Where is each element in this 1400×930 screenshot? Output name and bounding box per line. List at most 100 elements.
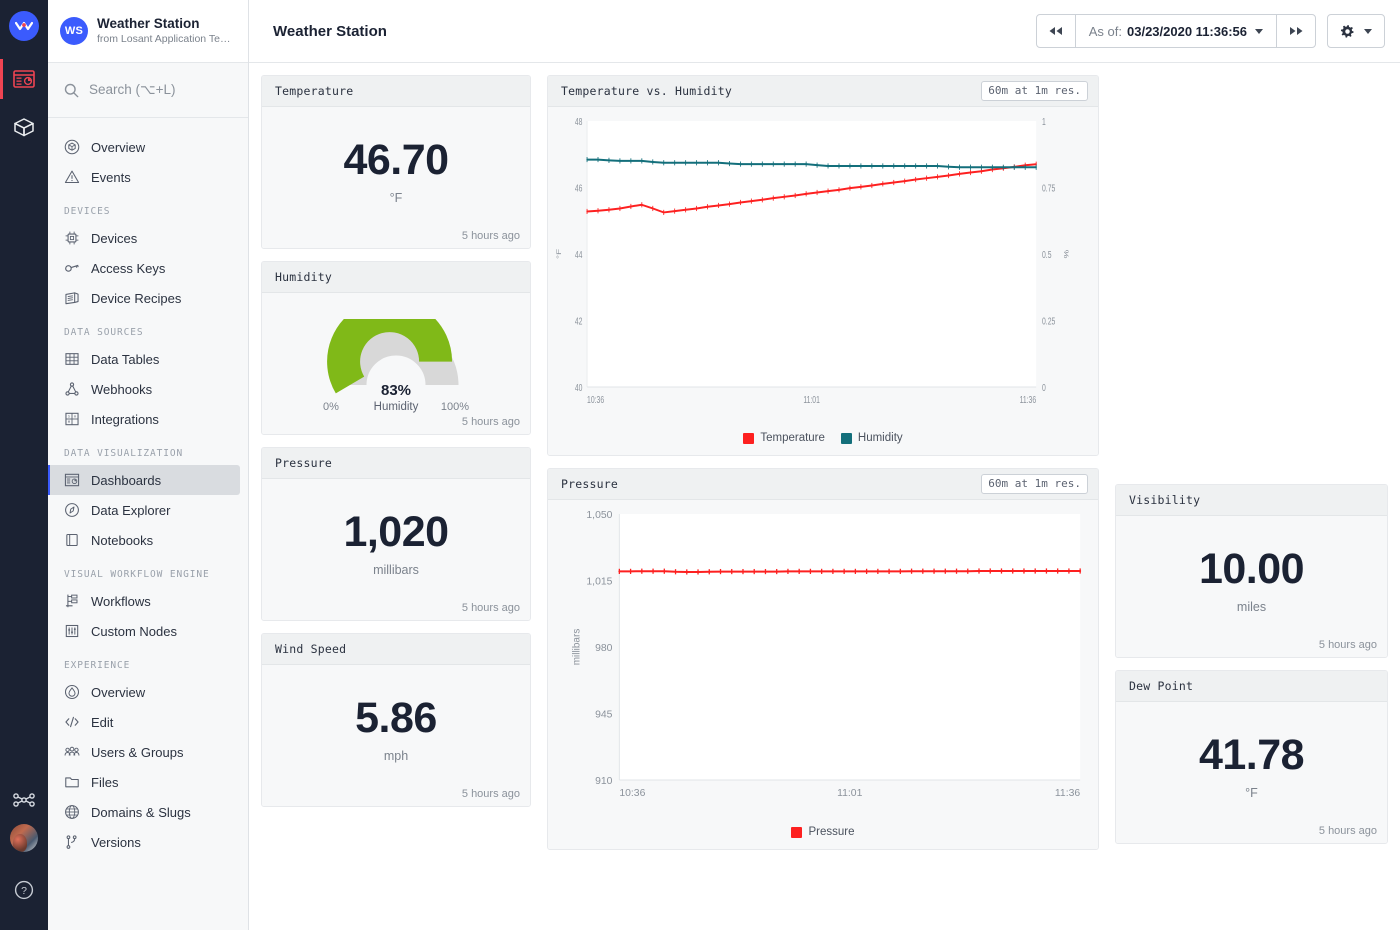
- asof-dropdown[interactable]: As of: 03/23/2020 11:36:56: [1074, 15, 1277, 47]
- table-grid-icon: [65, 353, 79, 365]
- sidebar-item-access-keys[interactable]: Access Keys: [48, 253, 240, 283]
- prev-period-button[interactable]: [1037, 15, 1075, 47]
- help-circle-icon: ?: [14, 880, 34, 900]
- card-header: Pressure: [262, 448, 530, 479]
- card-header: Temperature vs. Humidity 60m at 1m res.: [548, 76, 1098, 107]
- svg-text:42: 42: [575, 315, 583, 327]
- sidebar-item-label: Domains & Slugs: [91, 804, 191, 820]
- chart-canvas-temp-humidity[interactable]: 40 42 44 46 48 °F 0 0.25 0.5 0.75 1% 10:36 11:01 11:3…: [548, 107, 1098, 427]
- sidebar-item-edit[interactable]: Edit: [48, 707, 240, 737]
- legend-label: Temperature: [760, 432, 825, 444]
- svg-text:11:36: 11:36: [1020, 394, 1037, 406]
- legend-item-humidity[interactable]: Humidity: [840, 432, 903, 444]
- sidebar-nav: Overview Events DEVICES Devices Access K…: [48, 118, 248, 857]
- timestamp: 5 hours ago: [1318, 825, 1377, 837]
- sidebar-item-data-explorer[interactable]: Data Explorer: [48, 495, 240, 525]
- card-header: Dew Point: [1116, 671, 1387, 702]
- right-column-spacer: [1115, 75, 1388, 472]
- dashboard-icon: [13, 70, 35, 88]
- metric-value: 5.86: [355, 693, 437, 742]
- sidebar-item-device-recipes[interactable]: Device Recipes: [48, 283, 240, 313]
- icon-rail: ?: [0, 0, 48, 930]
- sidebar-item-overview[interactable]: Overview: [48, 132, 240, 162]
- search-input[interactable]: Search (⌥+L): [48, 63, 248, 118]
- card-dew-point: Dew Point 41.78 °F 5 hours ago: [1115, 670, 1388, 844]
- gauge-center-label: Humidity: [373, 401, 419, 413]
- compass-icon: [65, 503, 79, 517]
- next-period-button[interactable]: [1277, 15, 1315, 47]
- chart-canvas-pressure[interactable]: 910 945 980 1,015 1,050 millibars 10:36 11:01 11…: [548, 500, 1098, 820]
- sidebar-item-domains-slugs[interactable]: Domains & Slugs: [48, 797, 240, 827]
- settings-menu-button[interactable]: [1327, 14, 1385, 48]
- notebook-icon: [66, 533, 78, 547]
- sidebar-item-experience-overview[interactable]: Overview: [48, 677, 240, 707]
- gauge-widget: 0% 83% Humidity 100%: [262, 293, 530, 413]
- metric-value: 46.70: [343, 135, 449, 184]
- svg-text:910: 910: [595, 776, 613, 787]
- sidebar-item-events[interactable]: Events: [48, 162, 240, 192]
- card-title: Temperature vs. Humidity: [561, 84, 732, 98]
- sidebar-item-versions[interactable]: Versions: [48, 827, 240, 857]
- main-area: Weather Station As of: 03/23/2020 11:36:…: [249, 0, 1400, 930]
- card-body: 1,020 millibars 5 hours ago: [262, 479, 530, 620]
- sidebar-item-integrations[interactable]: S A M Integrations: [48, 404, 240, 434]
- workflow-node-icon: [13, 793, 35, 807]
- value-block: 41.78 °F: [1116, 702, 1387, 843]
- gear-icon: [1340, 24, 1354, 38]
- rail-item-dashboards[interactable]: [0, 55, 48, 103]
- sidebar-item-label: Data Explorer: [91, 502, 171, 518]
- app-header[interactable]: WS Weather Station from Losant Applicati…: [48, 0, 248, 63]
- sidebar-item-notebooks[interactable]: Notebooks: [48, 525, 240, 555]
- timestamp: 5 hours ago: [1318, 639, 1377, 651]
- dashboard-grid: Temperature 46.70 °F 5 hours ago Humidit…: [249, 63, 1400, 930]
- gauge-percent: 83%: [380, 382, 412, 399]
- legend-label: Pressure: [808, 826, 855, 838]
- metric-unit: °F: [389, 190, 403, 205]
- sidebar-item-custom-nodes[interactable]: Custom Nodes: [48, 616, 240, 646]
- card-body: 41.78 °F 5 hours ago: [1116, 702, 1387, 843]
- sidebar-item-files[interactable]: Files: [48, 767, 240, 797]
- metric-unit: millibars: [373, 562, 419, 577]
- metric-value: 1,020: [343, 507, 449, 556]
- sidebar-item-data-tables[interactable]: Data Tables: [48, 344, 240, 374]
- card-title: Pressure: [561, 477, 618, 491]
- card-header: Visibility: [1116, 485, 1387, 516]
- rail-item-applications[interactable]: [0, 103, 48, 151]
- card-body: 10.00 miles 5 hours ago: [1116, 516, 1387, 657]
- card-header: Temperature: [262, 76, 530, 107]
- sidebar-group-visual-workflow-engine: VISUAL WORKFLOW ENGINE: [64, 569, 210, 580]
- chart-legend: Temperature Humidity: [548, 426, 1098, 453]
- chart-legend: Pressure: [548, 820, 1098, 847]
- svg-text:44: 44: [575, 249, 583, 261]
- globe-icon: [65, 805, 79, 819]
- sidebar-item-workflows[interactable]: Workflows: [48, 586, 240, 616]
- resolution-badge[interactable]: 60m at 1m res.: [981, 81, 1088, 101]
- topbar-controls: As of: 03/23/2020 11:36:56: [1035, 14, 1385, 48]
- dashboard-column-middle: Temperature vs. Humidity 60m at 1m res. …: [547, 75, 1099, 850]
- chevron-down-icon: [1364, 28, 1372, 34]
- user-avatar[interactable]: [10, 824, 38, 852]
- resolution-badge[interactable]: 60m at 1m res.: [981, 474, 1088, 494]
- sidebar-item-users-groups[interactable]: Users & Groups: [48, 737, 240, 767]
- rail-item-help[interactable]: ?: [0, 866, 48, 914]
- legend-swatch: [791, 826, 803, 838]
- card-body: 5.86 mph 5 hours ago: [262, 665, 530, 806]
- legend-item-pressure[interactable]: Pressure: [791, 826, 855, 838]
- rail-item-workflows[interactable]: [0, 776, 48, 824]
- sidebar-item-label: Access Keys: [91, 260, 166, 276]
- search-icon: [64, 83, 79, 97]
- sidebar-item-devices[interactable]: Devices: [48, 223, 240, 253]
- card-body: 0% 83% Humidity 100% 5 hours ago: [262, 293, 530, 434]
- sidebar-item-webhooks[interactable]: Webhooks: [48, 374, 240, 404]
- losant-mark-icon: [15, 21, 33, 31]
- sidebar-item-dashboards[interactable]: Dashboards: [48, 465, 240, 495]
- app-title-block: Weather Station from Losant Application …: [97, 16, 236, 47]
- sidebar-item-label: Overview: [91, 684, 146, 700]
- legend-item-temperature[interactable]: Temperature: [743, 432, 825, 444]
- card-pressure-chart: Pressure 60m at 1m res. 910 945 980 1,015 1,…: [547, 468, 1099, 850]
- sidebar-group-data-sources: DATA SOURCES: [64, 327, 144, 338]
- package-icon: [14, 118, 34, 137]
- recipe-card-icon: [65, 292, 79, 305]
- svg-text:1,050: 1,050: [586, 510, 612, 521]
- losant-logo-icon[interactable]: [9, 11, 39, 41]
